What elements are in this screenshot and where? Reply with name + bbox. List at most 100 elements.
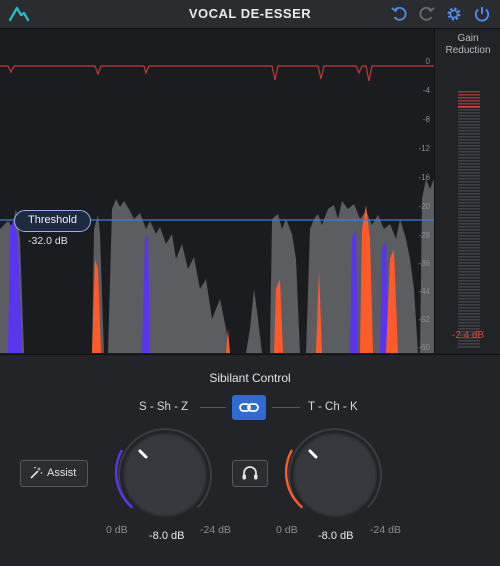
meter-segment <box>458 316 480 318</box>
meter-segment <box>458 238 480 240</box>
gain-reduction-meter <box>458 91 480 348</box>
s-group-label: S - Sh - Z <box>139 401 189 413</box>
meter-segment <box>458 169 480 171</box>
meter-segment <box>458 262 480 264</box>
gain-reduction-value: -2.4 dB <box>451 330 485 341</box>
meter-segment <box>458 271 480 273</box>
meter-segment <box>458 118 480 120</box>
db-scale-tick: -8 <box>422 115 430 124</box>
t-sibilant-knob[interactable] <box>280 420 390 530</box>
meter-segment <box>458 124 480 126</box>
meter-segment <box>458 313 480 315</box>
gain-reduction-title-line1: Gain <box>457 33 479 44</box>
meter-segment <box>458 172 480 174</box>
meter-segment <box>458 103 480 105</box>
db-scale-tick: 0 <box>425 57 430 66</box>
link-button[interactable] <box>232 395 266 420</box>
meter-segment <box>458 196 480 198</box>
redo-icon[interactable] <box>416 4 436 24</box>
meter-segment <box>458 226 480 228</box>
link-line-right <box>272 407 300 408</box>
meter-segment <box>458 154 480 156</box>
db-scale-tick: -20 <box>418 202 430 211</box>
meter-segment <box>458 256 480 258</box>
meter-segment <box>458 301 480 303</box>
listen-button[interactable] <box>232 460 268 487</box>
meter-segment <box>458 109 480 111</box>
meter-segment <box>458 220 480 222</box>
t-knob-max: -24 dB <box>370 524 401 536</box>
db-scale-tick: -60 <box>418 343 430 352</box>
assist-label: Assist <box>47 467 77 479</box>
meter-segment <box>458 283 480 285</box>
meter-segment <box>458 214 480 216</box>
meter-segment <box>458 235 480 237</box>
meter-segment <box>458 145 480 147</box>
undo-icon[interactable] <box>390 4 410 24</box>
meter-segment <box>458 166 480 168</box>
meter-segment <box>458 91 480 93</box>
meter-segment <box>458 289 480 291</box>
db-scale-tick: -12 <box>418 144 430 153</box>
db-scale-tick: -36 <box>418 259 430 268</box>
meter-segment <box>458 139 480 141</box>
db-scale-tick: -28 <box>418 231 430 240</box>
power-icon[interactable] <box>472 4 492 24</box>
meter-segment <box>458 205 480 207</box>
meter-segment <box>458 160 480 162</box>
meter-segment <box>458 274 480 276</box>
meter-segment <box>458 286 480 288</box>
meter-segment <box>458 157 480 159</box>
meter-segment <box>458 325 480 327</box>
db-scale-tick: -52 <box>418 315 430 324</box>
meter-segment <box>458 133 480 135</box>
link-line-left <box>200 407 226 408</box>
s-knob-max: -24 dB <box>200 524 231 536</box>
meter-segment <box>458 319 480 321</box>
meter-segment <box>458 247 480 249</box>
meter-segment <box>458 142 480 144</box>
meter-segment <box>458 100 480 102</box>
s-knob-min: 0 dB <box>106 524 128 536</box>
threshold-handle[interactable]: Threshold <box>14 210 91 232</box>
meter-segment <box>458 244 480 246</box>
meter-segment <box>458 322 480 324</box>
meter-segment <box>458 112 480 114</box>
analyzer-graph <box>0 65 434 353</box>
db-scale-tick: -16 <box>418 173 430 182</box>
meter-segment <box>458 199 480 201</box>
db-scale-tick: -44 <box>418 287 430 296</box>
meter-segment <box>458 190 480 192</box>
meter-segment <box>458 151 480 153</box>
meter-segment <box>458 148 480 150</box>
gain-reduction-title: Gain Reduction <box>435 33 500 57</box>
meter-segment <box>458 295 480 297</box>
threshold-label: Threshold <box>28 214 77 226</box>
assist-button[interactable]: Assist <box>20 460 88 487</box>
meter-segment <box>458 292 480 294</box>
meter-segment <box>458 298 480 300</box>
gain-reduction-title-line2: Reduction <box>445 45 491 56</box>
s-sibilant-knob[interactable] <box>110 420 220 530</box>
headphones-icon <box>242 466 258 480</box>
spectrum-analyzer[interactable]: Threshold -32.0 dB <box>0 29 434 353</box>
section-title: Sibilant Control <box>209 371 291 385</box>
meter-segment <box>458 202 480 204</box>
meter-segment <box>458 136 480 138</box>
gain-reduction-panel: Gain Reduction -2.4 dB <box>434 29 500 353</box>
t-knob-min: 0 dB <box>276 524 298 536</box>
meter-segment <box>458 307 480 309</box>
meter-segment <box>458 127 480 129</box>
meter-segment <box>458 121 480 123</box>
gear-icon[interactable] <box>444 4 464 24</box>
meter-segment <box>458 217 480 219</box>
meter-segment <box>458 184 480 186</box>
meter-segment <box>458 163 480 165</box>
title-bar: VOCAL DE-ESSER <box>0 0 500 29</box>
meter-segment <box>458 229 480 231</box>
gain-reduction-trace <box>0 65 434 82</box>
meter-segment <box>458 346 480 348</box>
meter-segment <box>458 175 480 177</box>
s-knob-value: -8.0 dB <box>149 530 185 542</box>
meter-segment <box>458 304 480 306</box>
